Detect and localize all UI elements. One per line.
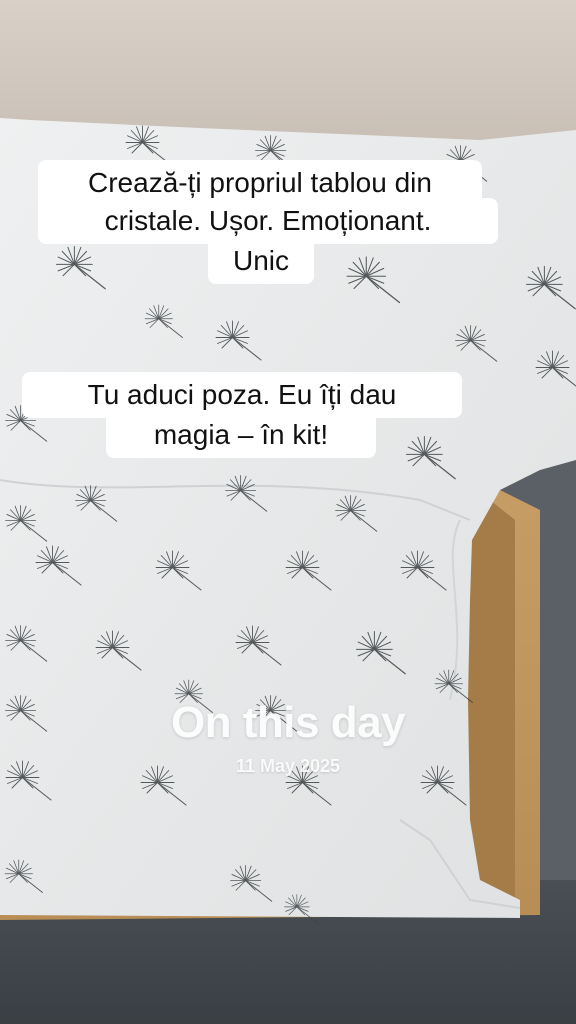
photo-scene: Crează-ți propriul tablou din cristale. … (0, 0, 576, 1024)
memory-date: 11 May 2025 (235, 756, 341, 776)
caption-line: Unic (208, 238, 314, 284)
memory-title: On this day (170, 698, 406, 747)
tissue-paper (0, 118, 576, 925)
caption-line: magia – în kit! (106, 412, 376, 458)
memory-overlay: On this day 11 May 2025 (0, 698, 576, 777)
